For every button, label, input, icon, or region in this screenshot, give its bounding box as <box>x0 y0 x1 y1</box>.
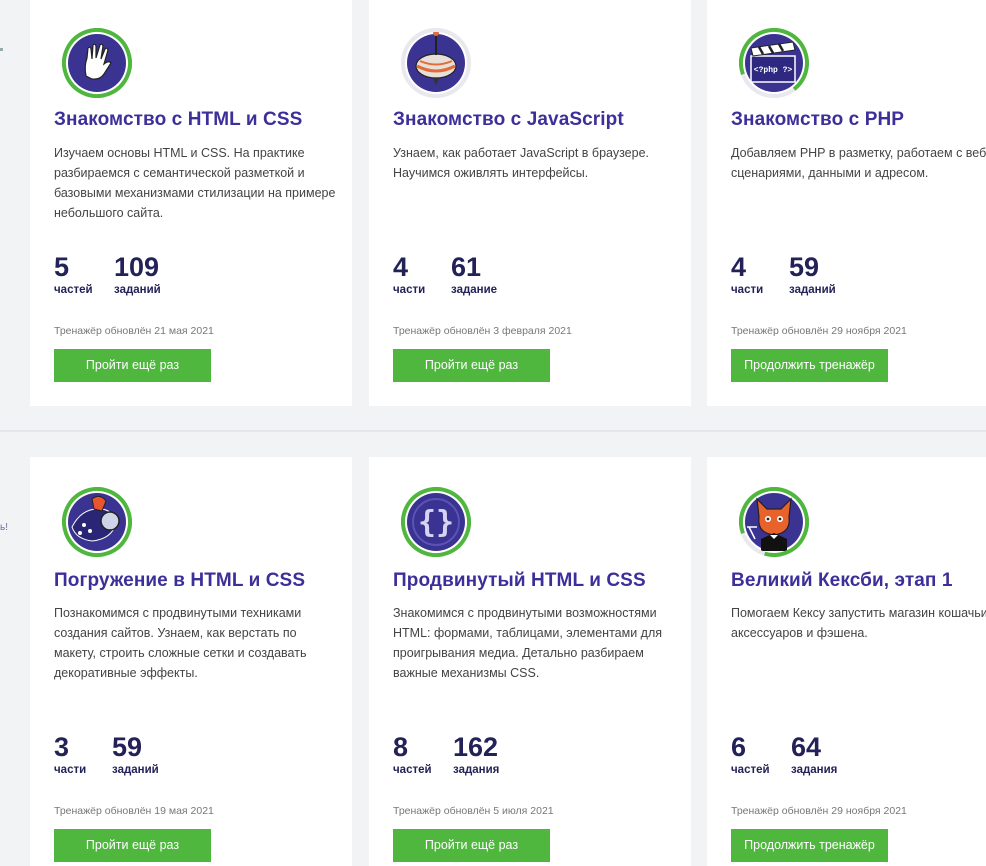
tasks-stat: 59 заданий <box>789 252 836 296</box>
vulcan-hand-icon <box>62 28 132 98</box>
svg-text:<?php ?>: <?php ?> <box>754 66 793 75</box>
tasks-label: задания <box>453 764 500 776</box>
retake-course-button[interactable]: Пройти ещё раз <box>393 829 550 862</box>
tasks-stat: 64 задания <box>791 732 837 776</box>
parts-count: 4 <box>731 252 747 282</box>
tasks-stat: 59 заданий <box>112 732 159 776</box>
tasks-count: 59 <box>112 732 143 762</box>
updated-date: Тренажёр обновлён 3 февраля 2021 <box>393 325 572 337</box>
course-description: Знакомимся с продвинутыми возможностями … <box>393 606 663 680</box>
tasks-count: 64 <box>791 732 822 762</box>
course-card: {} Продвинутый HTML и CSS Знакомимся с п… <box>369 457 691 866</box>
tasks-stat: 109 заданий <box>114 252 161 296</box>
svg-text:{}: {} <box>418 505 454 540</box>
updated-date: Тренажёр обновлён 21 мая 2021 <box>54 325 214 337</box>
parts-count: 5 <box>54 252 70 282</box>
parts-count: 3 <box>54 732 70 762</box>
updated-date: Тренажёр обновлён 29 ноября 2021 <box>731 805 907 817</box>
updated-date: Тренажёр обновлён 5 июля 2021 <box>393 805 554 817</box>
parts-label: части <box>54 764 87 776</box>
continue-course-button[interactable]: Продолжить тренажёр <box>731 349 888 382</box>
sidebar-fragment-text: ь! <box>0 522 8 533</box>
course-title[interactable]: Знакомство с HTML и CSS <box>54 109 302 131</box>
course-title[interactable]: Великий Кексби, этап 1 <box>731 570 953 592</box>
updated-date: Тренажёр обновлён 19 мая 2021 <box>54 805 214 817</box>
tasks-label: задания <box>791 764 838 776</box>
tasks-label: заданий <box>789 284 836 296</box>
course-description: Помогаем Кексу запустить магазин кошачьи… <box>731 606 986 640</box>
course-card: Знакомство с JavaScript Узнаем, как рабо… <box>369 0 691 406</box>
course-icon-container: <?php ?> <box>739 28 809 98</box>
updated-date: Тренажёр обновлён 29 ноября 2021 <box>731 325 907 337</box>
parts-count: 4 <box>393 252 409 282</box>
course-description: Узнаем, как работает JavaScript в браузе… <box>393 146 649 180</box>
parts-label: частей <box>54 284 93 296</box>
parts-label: части <box>393 284 426 296</box>
tasks-label: задание <box>451 284 498 296</box>
course-icon-container: {} <box>401 487 471 557</box>
retake-course-button[interactable]: Пройти ещё раз <box>54 829 211 862</box>
tasks-count: 59 <box>789 252 820 282</box>
course-card: Великий Кексби, этап 1 Помогаем Кексу за… <box>707 457 986 866</box>
course-title[interactable]: Продвинутый HTML и CSS <box>393 570 646 592</box>
course-title[interactable]: Знакомство с PHP <box>731 109 904 131</box>
tasks-stat: 61 задание <box>451 252 497 296</box>
course-icon-container <box>739 487 809 557</box>
course-description: Изучаем основы HTML и CSS. На практике р… <box>54 146 336 220</box>
parts-stat: 4 части <box>731 252 763 296</box>
course-title[interactable]: Знакомство с JavaScript <box>393 109 624 131</box>
course-card: Знакомство с HTML и CSS Изучаем основы H… <box>30 0 352 406</box>
course-icon-container <box>401 28 471 98</box>
parts-label: частей <box>731 764 770 776</box>
tasks-count: 61 <box>451 252 482 282</box>
course-icon-container <box>62 28 132 98</box>
parts-stat: 8 частей <box>393 732 432 776</box>
course-description: Добавляем PHP в разметку, работаем с веб… <box>731 146 986 180</box>
section-divider <box>0 430 986 432</box>
continue-course-button[interactable]: Продолжить тренажёр <box>731 829 888 862</box>
parts-count: 6 <box>731 732 747 762</box>
tasks-label: заданий <box>112 764 159 776</box>
tasks-count: 162 <box>453 732 499 762</box>
course-description: Познакомимся с продвинутыми техниками со… <box>54 606 307 680</box>
retake-course-button[interactable]: Пройти ещё раз <box>393 349 550 382</box>
parts-stat: 5 частей <box>54 252 93 296</box>
course-icon-container <box>62 487 132 557</box>
sidebar-fragment-dot <box>0 48 3 51</box>
spinning-top-icon <box>401 28 471 98</box>
diving-helmet-icon <box>62 487 132 557</box>
curly-braces-icon: {} <box>401 487 471 557</box>
parts-stat: 4 части <box>393 252 425 296</box>
course-card: Погружение в HTML и CSS Познакомимся с п… <box>30 457 352 866</box>
gatsby-cat-icon <box>739 487 809 557</box>
parts-label: частей <box>393 764 432 776</box>
parts-count: 8 <box>393 732 409 762</box>
php-clapperboard-icon: <?php ?> <box>739 28 809 98</box>
parts-stat: 6 частей <box>731 732 770 776</box>
course-card: <?php ?> Знакомство с PHP Добавляем PHP … <box>707 0 986 406</box>
course-title[interactable]: Погружение в HTML и CSS <box>54 570 305 592</box>
tasks-stat: 162 задания <box>453 732 499 776</box>
retake-course-button[interactable]: Пройти ещё раз <box>54 349 211 382</box>
tasks-label: заданий <box>114 284 161 296</box>
parts-label: части <box>731 284 764 296</box>
parts-stat: 3 части <box>54 732 86 776</box>
tasks-count: 109 <box>114 252 160 282</box>
